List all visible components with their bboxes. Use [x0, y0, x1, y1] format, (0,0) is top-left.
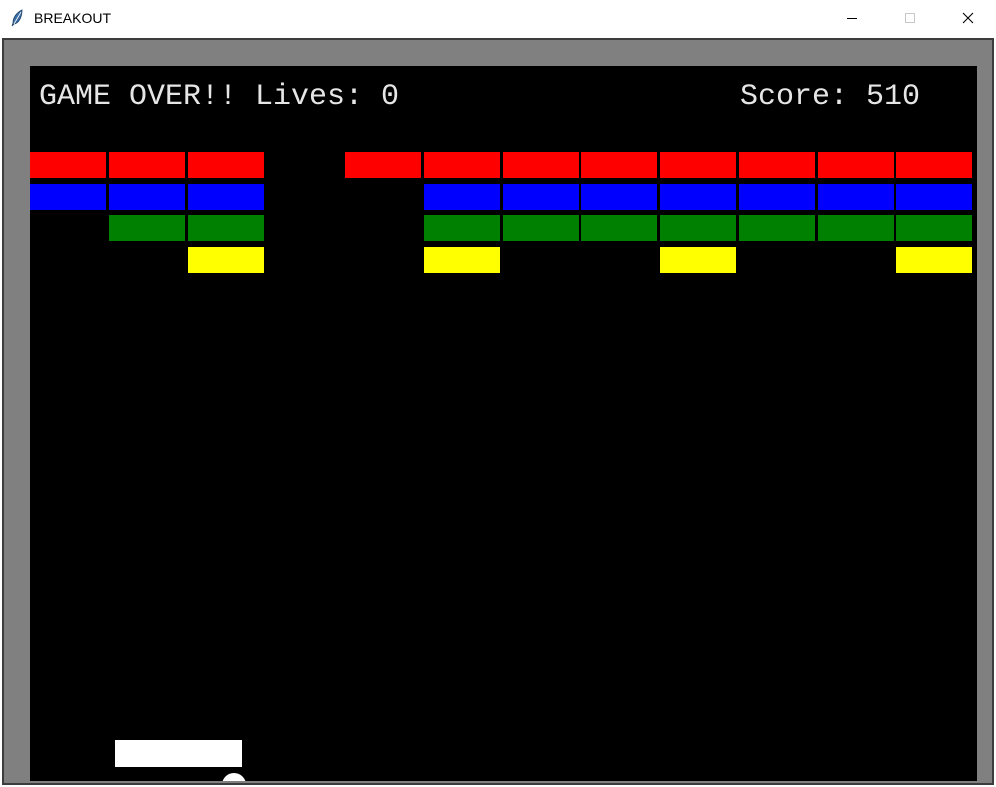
brick-yellow — [423, 246, 500, 273]
maximize-icon — [905, 13, 915, 23]
brick-blue — [30, 183, 106, 210]
brick-green — [581, 215, 658, 241]
brick-red — [187, 152, 264, 178]
brick-yellow — [187, 246, 264, 273]
brick-red — [660, 152, 736, 178]
brick-red — [423, 152, 500, 178]
brick-blue — [423, 183, 500, 210]
brick-red — [108, 152, 185, 178]
brick-blue — [817, 183, 894, 210]
brick-blue — [896, 183, 973, 210]
brick-blue — [187, 183, 264, 210]
game-status-text: GAME OVER!! Lives: 0 — [39, 80, 400, 114]
brick-yellow — [660, 246, 736, 273]
brick-red — [738, 152, 815, 178]
brick-green — [187, 215, 264, 241]
brick-green — [502, 215, 579, 241]
ball — [222, 773, 246, 781]
brick-green — [817, 215, 894, 241]
brick-green — [896, 215, 973, 241]
brick-blue — [738, 183, 815, 210]
brick-red — [581, 152, 658, 178]
title-bar: BREAKOUT — [0, 0, 996, 36]
minimize-button[interactable] — [823, 0, 881, 36]
brick-green — [660, 215, 736, 241]
brick-green — [423, 215, 500, 241]
close-icon — [962, 12, 974, 24]
paddle[interactable] — [115, 740, 242, 767]
brick-blue — [108, 183, 185, 210]
maximize-button[interactable] — [881, 0, 939, 36]
brick-blue — [660, 183, 736, 210]
brick-red — [896, 152, 973, 178]
brick-red — [345, 152, 421, 178]
brick-red — [817, 152, 894, 178]
game-canvas[interactable]: GAME OVER!! Lives: 0 Score: 510 — [30, 66, 977, 781]
window-title: BREAKOUT — [34, 10, 112, 26]
brick-red — [502, 152, 579, 178]
brick-green — [738, 215, 815, 241]
brick-blue — [502, 183, 579, 210]
brick-red — [30, 152, 106, 178]
brick-blue — [581, 183, 658, 210]
minimize-icon — [847, 18, 857, 19]
brick-yellow — [896, 246, 973, 273]
close-button[interactable] — [939, 0, 996, 36]
score-text: Score: 510 — [740, 80, 921, 114]
brick-green — [108, 215, 185, 241]
feather-icon — [10, 9, 24, 27]
